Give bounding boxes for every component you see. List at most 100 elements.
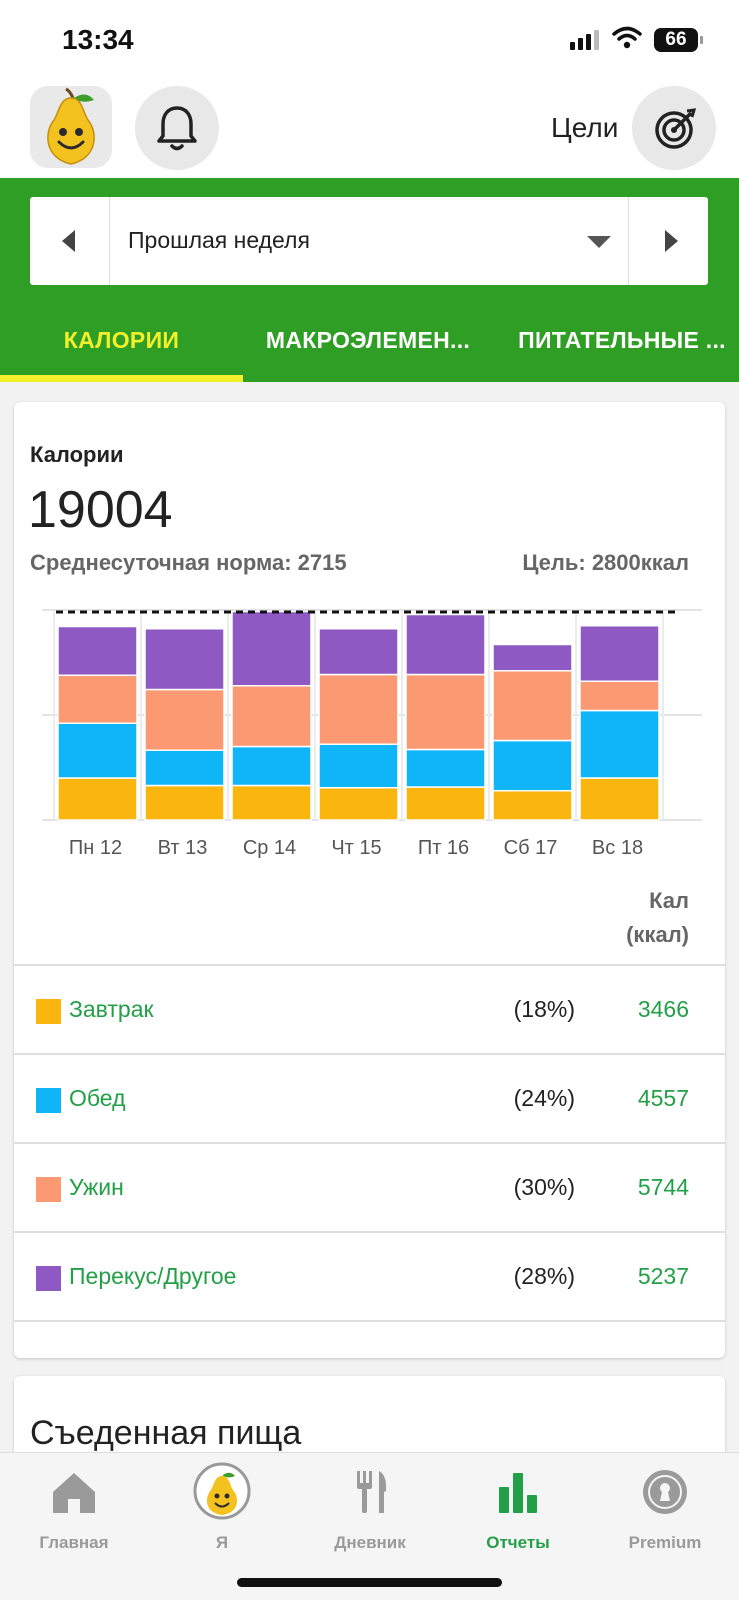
- chart-x-tick-label: Чт 15: [331, 837, 381, 859]
- nav-reports[interactable]: Отчеты: [444, 1453, 592, 1563]
- nav-label: Отчеты: [486, 1533, 550, 1552]
- chart-bar-segment: [405, 786, 486, 821]
- chart-x-tick-label: Пт 16: [418, 837, 469, 859]
- home-indicator: [237, 1578, 502, 1587]
- target-icon: [655, 108, 697, 149]
- chart-bar-segment: [57, 674, 138, 724]
- chart-bar-segment: [144, 688, 225, 751]
- period-and-tabs: Прошлая неделя КАЛОРИИ МАКРОЭЛЕМЕН... ПИ…: [0, 178, 739, 382]
- bar-chart-icon: [499, 1473, 537, 1513]
- calories-total: 19004: [28, 481, 173, 539]
- chart-bar-segment: [318, 673, 399, 745]
- app-header: Цели: [0, 80, 739, 178]
- nav-premium[interactable]: Premium: [591, 1453, 739, 1563]
- meal-row-breakfast[interactable]: Завтрак (18%) 3466: [14, 964, 725, 1052]
- bell-icon: [157, 106, 197, 151]
- divider: [14, 1320, 725, 1322]
- pear-avatar-icon: [193, 1462, 251, 1520]
- legend-swatch: [36, 1088, 61, 1113]
- meal-name: Завтрак: [69, 996, 154, 1022]
- meal-row-dinner[interactable]: Ужин (30%) 5744: [14, 1142, 725, 1230]
- nav-me[interactable]: Я: [148, 1453, 296, 1563]
- chart-bar-segment: [144, 628, 225, 691]
- battery-icon: 66: [654, 28, 703, 52]
- goals-button[interactable]: [632, 86, 716, 170]
- calories-card: Калории 19004 Среднесуточная норма: 2715…: [14, 402, 725, 1358]
- chart-bar-segment: [579, 625, 660, 682]
- chart-x-tick-label: Сб 17: [504, 837, 558, 859]
- nav-diary[interactable]: Дневник: [296, 1453, 444, 1563]
- calorie-goal: Цель: 2800ккал: [522, 550, 689, 575]
- chart-bar-segment: [318, 787, 399, 821]
- chart-bar-segment: [144, 784, 225, 821]
- meal-percent: (24%): [513, 1085, 575, 1111]
- chart-x-tick-label: Пн 12: [69, 837, 122, 859]
- column-header: Кал (ккал): [626, 884, 689, 952]
- notifications-button[interactable]: [135, 86, 219, 170]
- period-selector: Прошлая неделя: [30, 197, 708, 285]
- eaten-food-title: Съеденная пища: [30, 1414, 302, 1452]
- meal-row-lunch[interactable]: Обед (24%) 4557: [14, 1053, 725, 1141]
- meal-name: Перекус/Другое: [69, 1263, 237, 1289]
- chart-bar-segment: [492, 739, 573, 792]
- status-bar: 13:34 66: [0, 0, 739, 80]
- chart-bar-segment: [405, 748, 486, 788]
- chart-bar-segment: [57, 625, 138, 676]
- meal-name: Обед: [69, 1085, 126, 1111]
- wifi-icon: [612, 26, 642, 49]
- chart-bar-segment: [318, 743, 399, 789]
- signal-icon: [570, 30, 600, 50]
- legend-swatch: [36, 1266, 61, 1291]
- period-label[interactable]: Прошлая неделя: [128, 227, 310, 254]
- nav-label: Я: [215, 1533, 229, 1552]
- goals-label[interactable]: Цели: [551, 112, 618, 144]
- daily-average: Среднесуточная норма: 2715: [30, 550, 347, 575]
- previous-period-button[interactable]: [30, 197, 110, 285]
- chart-bar-segment: [57, 722, 138, 779]
- pear-logo-icon: [47, 87, 95, 165]
- meal-calories: 5237: [637, 1263, 689, 1289]
- chart-bar-segment: [231, 610, 312, 687]
- card-title: Калории: [30, 442, 124, 467]
- chart-x-tick-label: Ср 14: [243, 837, 296, 859]
- meal-calories: 4557: [637, 1085, 689, 1111]
- column-header-line2: (ккал): [626, 922, 689, 947]
- tab-nutrients[interactable]: ПИТАТЕЛЬНЫЕ ...: [513, 305, 731, 382]
- nav-home[interactable]: Главная: [0, 1453, 148, 1563]
- chart-bar-segment: [318, 628, 399, 676]
- meal-name: Ужин: [69, 1174, 124, 1200]
- meal-percent: (18%): [513, 996, 575, 1022]
- meal-row-snack[interactable]: Перекус/Другое (28%) 5237: [14, 1231, 725, 1319]
- meal-percent: (28%): [513, 1263, 575, 1289]
- chart-bar-segment: [492, 643, 573, 672]
- legend-swatch: [36, 999, 61, 1024]
- calories-chart: Пн 12 Вт 13 Ср 14 Чт 15 Пт 16 Сб 17 Вс 18: [42, 609, 702, 859]
- chart-bar-segment: [579, 680, 660, 712]
- tab-macros[interactable]: МАКРОЭЛЕМЕН...: [258, 305, 478, 382]
- nav-label: Главная: [39, 1533, 109, 1552]
- active-tab-indicator: [0, 375, 243, 382]
- chart-x-tick-label: Вс 18: [592, 837, 643, 859]
- chart-bar-segment: [144, 749, 225, 787]
- status-time: 13:34: [62, 24, 134, 55]
- chart-bar-segment: [492, 670, 573, 742]
- chevron-left-icon: [62, 230, 75, 252]
- chart-bar-segment: [231, 745, 312, 787]
- chart-bar-segment: [579, 777, 660, 821]
- home-icon: [53, 1473, 95, 1513]
- chart-bar-segment: [492, 790, 573, 821]
- chart-bar-segment: [231, 685, 312, 748]
- premium-badge-icon: [643, 1470, 687, 1514]
- legend-swatch: [36, 1177, 61, 1202]
- tab-calories[interactable]: КАЛОРИИ: [0, 305, 243, 382]
- next-period-button[interactable]: [628, 197, 708, 285]
- chart-bar-segment: [405, 673, 486, 751]
- nav-label: Дневник: [334, 1533, 406, 1552]
- app-logo[interactable]: [30, 86, 112, 168]
- chart-x-tick-label: Вт 13: [158, 837, 208, 859]
- chevron-down-icon[interactable]: [587, 236, 611, 248]
- nav-label: Premium: [628, 1533, 702, 1552]
- meal-calories: 3466: [637, 996, 689, 1022]
- column-header-line1: Кал: [649, 888, 689, 913]
- chart-bar-segment: [405, 613, 486, 676]
